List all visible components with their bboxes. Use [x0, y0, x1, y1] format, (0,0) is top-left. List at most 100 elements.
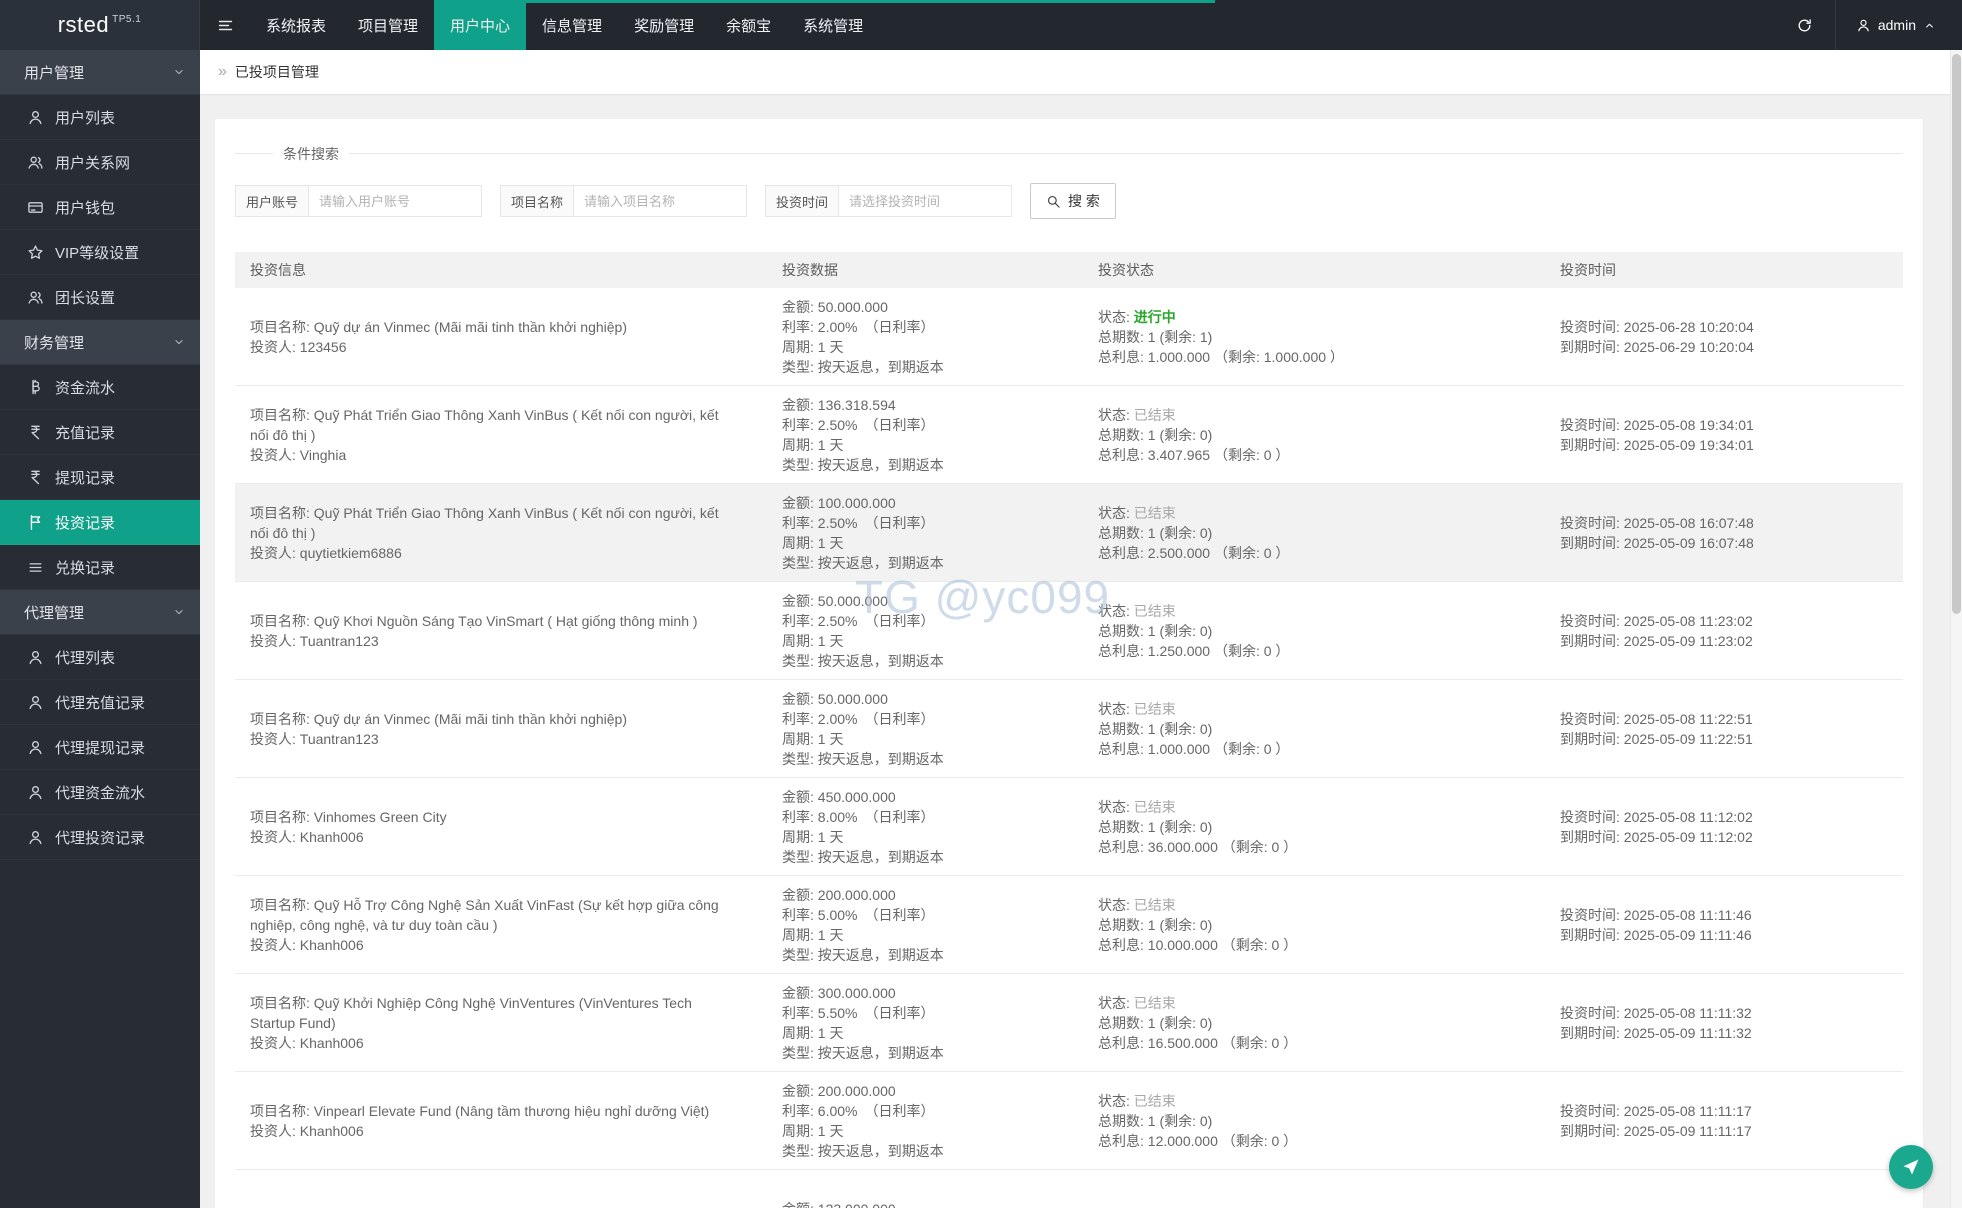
top-menu-item[interactable]: 项目管理 — [342, 0, 434, 50]
list-icon — [29, 562, 42, 572]
cell-line: 投资时间: 2025-05-08 11:11:17 — [1560, 1102, 1752, 1119]
table-header-cell: 投资时间 — [1560, 262, 1616, 278]
sidebar-group-header[interactable]: 用户管理 — [0, 50, 200, 95]
cell-line: 类型: 按天返息，到期返本 — [782, 848, 944, 865]
sidebar-item-label: 投资记录 — [55, 514, 116, 532]
sidebar-item[interactable]: 充值记录 — [0, 410, 200, 455]
invest-info-cell: 项目名称: Quỹ Khơi Nguồn Sáng Tạo VinSmart (… — [235, 611, 767, 651]
top-menu-item[interactable]: 余额宝 — [710, 0, 787, 50]
invest-time-cell: 投资时间: 2025-05-08 11:23:02 到期时间: 2025-05-0… — [1545, 611, 1903, 651]
search-button[interactable]: 搜 索 — [1030, 183, 1116, 219]
top-menu-item[interactable]: 系统管理 — [787, 0, 879, 50]
sidebar-item[interactable]: VIP等级设置 — [0, 230, 200, 275]
cell-line: 到期时间: 2025-05-09 11:22:51 — [1560, 730, 1753, 747]
refresh-button[interactable] — [1774, 0, 1836, 50]
sidebar-item[interactable]: 兑换记录 — [0, 545, 200, 590]
top-menu-item[interactable]: 奖励管理 — [618, 0, 710, 50]
sidebar-item[interactable]: 用户列表 — [0, 95, 200, 140]
scrollbar-thumb[interactable] — [1952, 54, 1961, 614]
sidebar-group-header[interactable]: 财务管理 — [0, 320, 200, 365]
sidebar-item[interactable]: 代理资金流水 — [0, 770, 200, 815]
cell-line: 利率: 2.50% （日利率） — [782, 514, 935, 531]
cell-line: 金额: 200.000.000 — [782, 886, 896, 903]
cell-line: 状态: 已结束 — [1098, 700, 1176, 717]
table-row: 项目名称: Vinhomes Green City 投资人: Khanh006 金额… — [235, 778, 1903, 876]
user-menu[interactable]: admin — [1836, 0, 1962, 50]
sidebar-item[interactable]: 用户关系网 — [0, 140, 200, 185]
table-row: 项目名称: Quỹ dự án Vinmec (Mãi mãi tinh thầ… — [235, 680, 1903, 778]
cell-line: 利率: 2.00% （日利率） — [782, 318, 935, 335]
project-name-input[interactable] — [574, 185, 748, 217]
top-menu-item[interactable]: 用户中心 — [434, 0, 527, 50]
search-legend: 条件搜索 — [273, 144, 349, 164]
progress-bar — [457, 0, 1215, 3]
sidebar-item-label: 代理投资记录 — [55, 829, 146, 847]
logo-text: rsted — [57, 12, 110, 37]
cell-line: 利率: 5.50% （日利率） — [782, 1004, 935, 1021]
table-header-cell: 投资状态 — [1098, 262, 1154, 278]
cell-line: 金额: 50.000.000 — [782, 592, 888, 609]
sidebar-item[interactable]: 代理充值记录 — [0, 680, 200, 725]
account-input[interactable] — [309, 185, 483, 217]
sidebar-item[interactable]: 团长设置 — [0, 275, 200, 320]
search-button-label: 搜 索 — [1068, 193, 1100, 209]
invest-time-input[interactable] — [839, 185, 1013, 217]
sidebar-group-label: 财务管理 — [24, 334, 85, 352]
cell-line: 状态: 已结束 — [1098, 504, 1176, 521]
cell-line: 类型: 按天返息，到期返本 — [782, 652, 944, 669]
sidebar-item[interactable]: 代理列表 — [0, 635, 200, 680]
table-row: 项目名称: Quỹ dự án Vinmec (Mãi mãi tinh thầ… — [235, 288, 1903, 386]
invest-info-cell: 项目名称: Quỹ dự án Vinmec (Mãi mãi tinh thầ… — [235, 317, 767, 357]
search-bar: 用户账号 项目名称 投资时间 搜 索 — [235, 183, 1903, 219]
customer-service-button[interactable] — [1889, 1145, 1933, 1189]
sidebar-item[interactable]: 提现记录 — [0, 455, 200, 500]
page-title: 已投项目管理 — [234, 64, 319, 80]
sidebar-item[interactable]: 代理提现记录 — [0, 725, 200, 770]
sidebar-item[interactable]: 投资记录 — [0, 500, 200, 545]
table-header-cell: 投资信息 — [250, 262, 306, 278]
cell-line: 到期时间: 2025-05-09 19:34:01 — [1560, 436, 1754, 453]
sidebar-item-label: 团长设置 — [55, 289, 116, 307]
sidebar-item[interactable]: 用户钱包 — [0, 185, 200, 230]
cell-line: 项目名称: Quỹ Khơi Nguồn Sáng Tạo VinSmart (… — [250, 612, 698, 629]
sidebar-item[interactable]: 代理投资记录 — [0, 815, 200, 860]
cell-line: 状态: 进行中 — [1098, 308, 1176, 325]
breadcrumb: » 已投项目管理 — [200, 50, 1962, 94]
sidebar-item[interactable]: 资金流水 — [0, 365, 200, 410]
user-icon — [29, 740, 42, 754]
navbar-right: admin — [1774, 0, 1962, 50]
users-icon — [28, 156, 43, 169]
users-icon — [28, 291, 43, 304]
cell-line: 项目名称: Quỹ Phát Triển Giao Thông Xanh Vin… — [250, 406, 719, 443]
sidebar-item-label: 提现记录 — [55, 469, 116, 487]
search-fieldset: 条件搜索 — [235, 144, 1903, 164]
project-field-label: 项目名称 — [500, 185, 575, 217]
app-logo[interactable]: rsted TP5.1 — [0, 0, 200, 50]
hamburger-icon — [218, 20, 232, 30]
time-field-group: 投资时间 — [765, 185, 1013, 217]
cell-line: 项目名称: Vinpearl Elevate Fund (Nâng tầm th… — [250, 1102, 710, 1119]
logo-version-badge: TP5.1 — [112, 13, 142, 25]
sidebar-item-label: 用户列表 — [55, 109, 116, 127]
cell-line: 投资人: quytietkiem6886 — [250, 544, 402, 561]
invest-data-cell: 金额: 50.000.000 利率: 2.50% （日利率） 周期: 1 天类型: … — [767, 591, 1083, 671]
chevron-up-icon — [1926, 23, 1933, 27]
cell-line: 类型: 按天返息，到期返本 — [782, 358, 944, 375]
sidebar-toggle-button[interactable] — [200, 0, 250, 50]
project-field-group: 项目名称 — [500, 185, 748, 217]
cell-line: 类型: 按天返息，到期返本 — [782, 554, 944, 571]
sidebar-group-header[interactable]: 代理管理 — [0, 590, 200, 635]
cell-line: 周期: 1 天 — [782, 1122, 844, 1139]
table-row: 项目名称: Quỹ Khởi Nghiệp Công Nghệ VinVentu… — [235, 974, 1903, 1072]
cell-line: 周期: 1 天 — [782, 338, 844, 355]
cell-line: 投资人: 123456 — [250, 338, 347, 355]
cell-line: 到期时间: 2025-05-09 11:12:02 — [1560, 828, 1753, 845]
sidebar: 用户管理用户列表用户关系网 用户钱包 VIP等级设置团长设置财务管理资金流水 充值记录… — [0, 50, 200, 1208]
top-menu-item[interactable]: 系统报表 — [250, 0, 342, 50]
invest-info-cell: 项目名称: Vinpearl Elevate Fund (Nâng tầm th… — [235, 1101, 767, 1141]
top-menu-item[interactable]: 信息管理 — [526, 0, 618, 50]
cell-line: 利率: 6.00% （日利率） — [782, 1102, 935, 1119]
cell-line: 总期数: 1 (剩余: 0) — [1098, 524, 1213, 541]
cell-line: 状态: 已结束 — [1098, 406, 1176, 423]
sidebar-item-label: 代理资金流水 — [55, 784, 146, 802]
